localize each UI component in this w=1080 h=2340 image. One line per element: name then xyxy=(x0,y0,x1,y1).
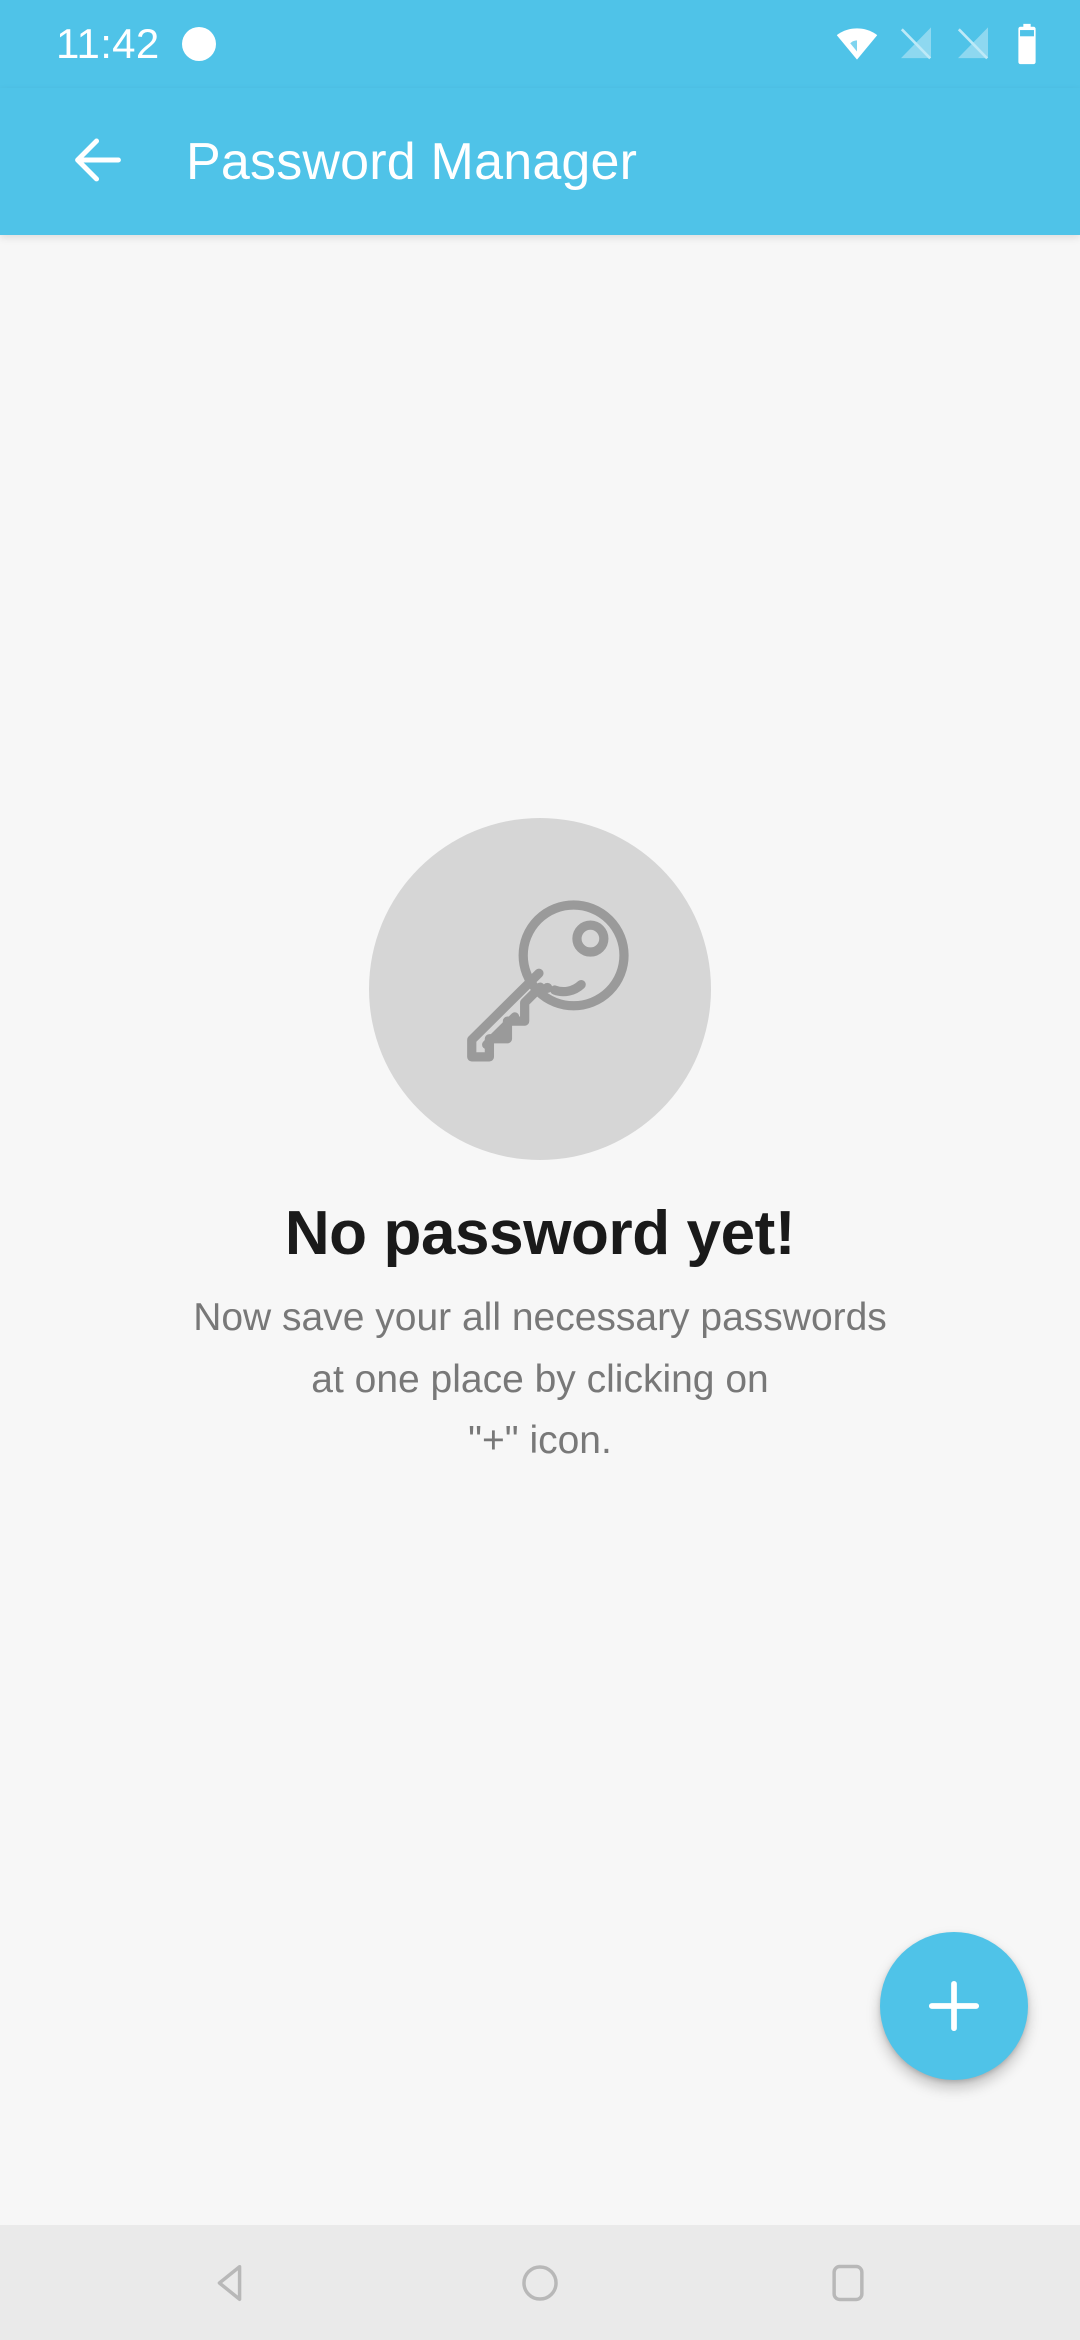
wifi-full-icon xyxy=(835,22,879,66)
recents-square-icon xyxy=(822,2257,874,2309)
back-arrow-icon xyxy=(63,125,133,198)
status-clock: 11:42 xyxy=(56,20,160,67)
system-navigation-bar xyxy=(0,2225,1080,2340)
key-icon xyxy=(435,884,645,1094)
home-circle-icon xyxy=(514,2257,566,2309)
empty-state-subtitle: Now save your all necessary passwords at… xyxy=(193,1287,887,1472)
empty-state-subtitle-line-1: Now save your all necessary passwords xyxy=(193,1296,887,1340)
status-bar-left: 11:42 xyxy=(56,23,216,65)
empty-state: No password yet! Now save your all neces… xyxy=(0,235,1080,2225)
phone-screen: 11:42 Password Manager No password yet! … xyxy=(0,0,1080,2340)
back-triangle-icon xyxy=(206,2257,258,2309)
no-signal-sim1-icon xyxy=(896,24,936,64)
app-bar: Password Manager xyxy=(0,88,1080,235)
key-illustration-circle xyxy=(369,817,711,1160)
back-button[interactable] xyxy=(52,116,144,208)
empty-state-subtitle-line-2: at one place by clicking on xyxy=(311,1357,769,1401)
status-bar: 11:42 xyxy=(0,0,1080,88)
plus-icon xyxy=(918,1970,990,2042)
status-bar-right xyxy=(835,22,1044,66)
nav-home-button[interactable] xyxy=(440,2225,640,2340)
empty-state-subtitle-line-3: "+" icon. xyxy=(468,1419,612,1463)
nav-recents-button[interactable] xyxy=(748,2225,948,2340)
main-content: No password yet! Now save your all neces… xyxy=(0,235,1080,2225)
add-password-fab[interactable] xyxy=(880,1932,1028,2080)
notification-dot-icon xyxy=(181,27,216,61)
nav-back-button[interactable] xyxy=(132,2225,332,2340)
no-signal-sim2-icon xyxy=(953,24,993,64)
page-title: Password Manager xyxy=(186,132,638,191)
battery-icon xyxy=(1010,22,1044,66)
empty-state-title: No password yet! xyxy=(284,1198,796,1268)
